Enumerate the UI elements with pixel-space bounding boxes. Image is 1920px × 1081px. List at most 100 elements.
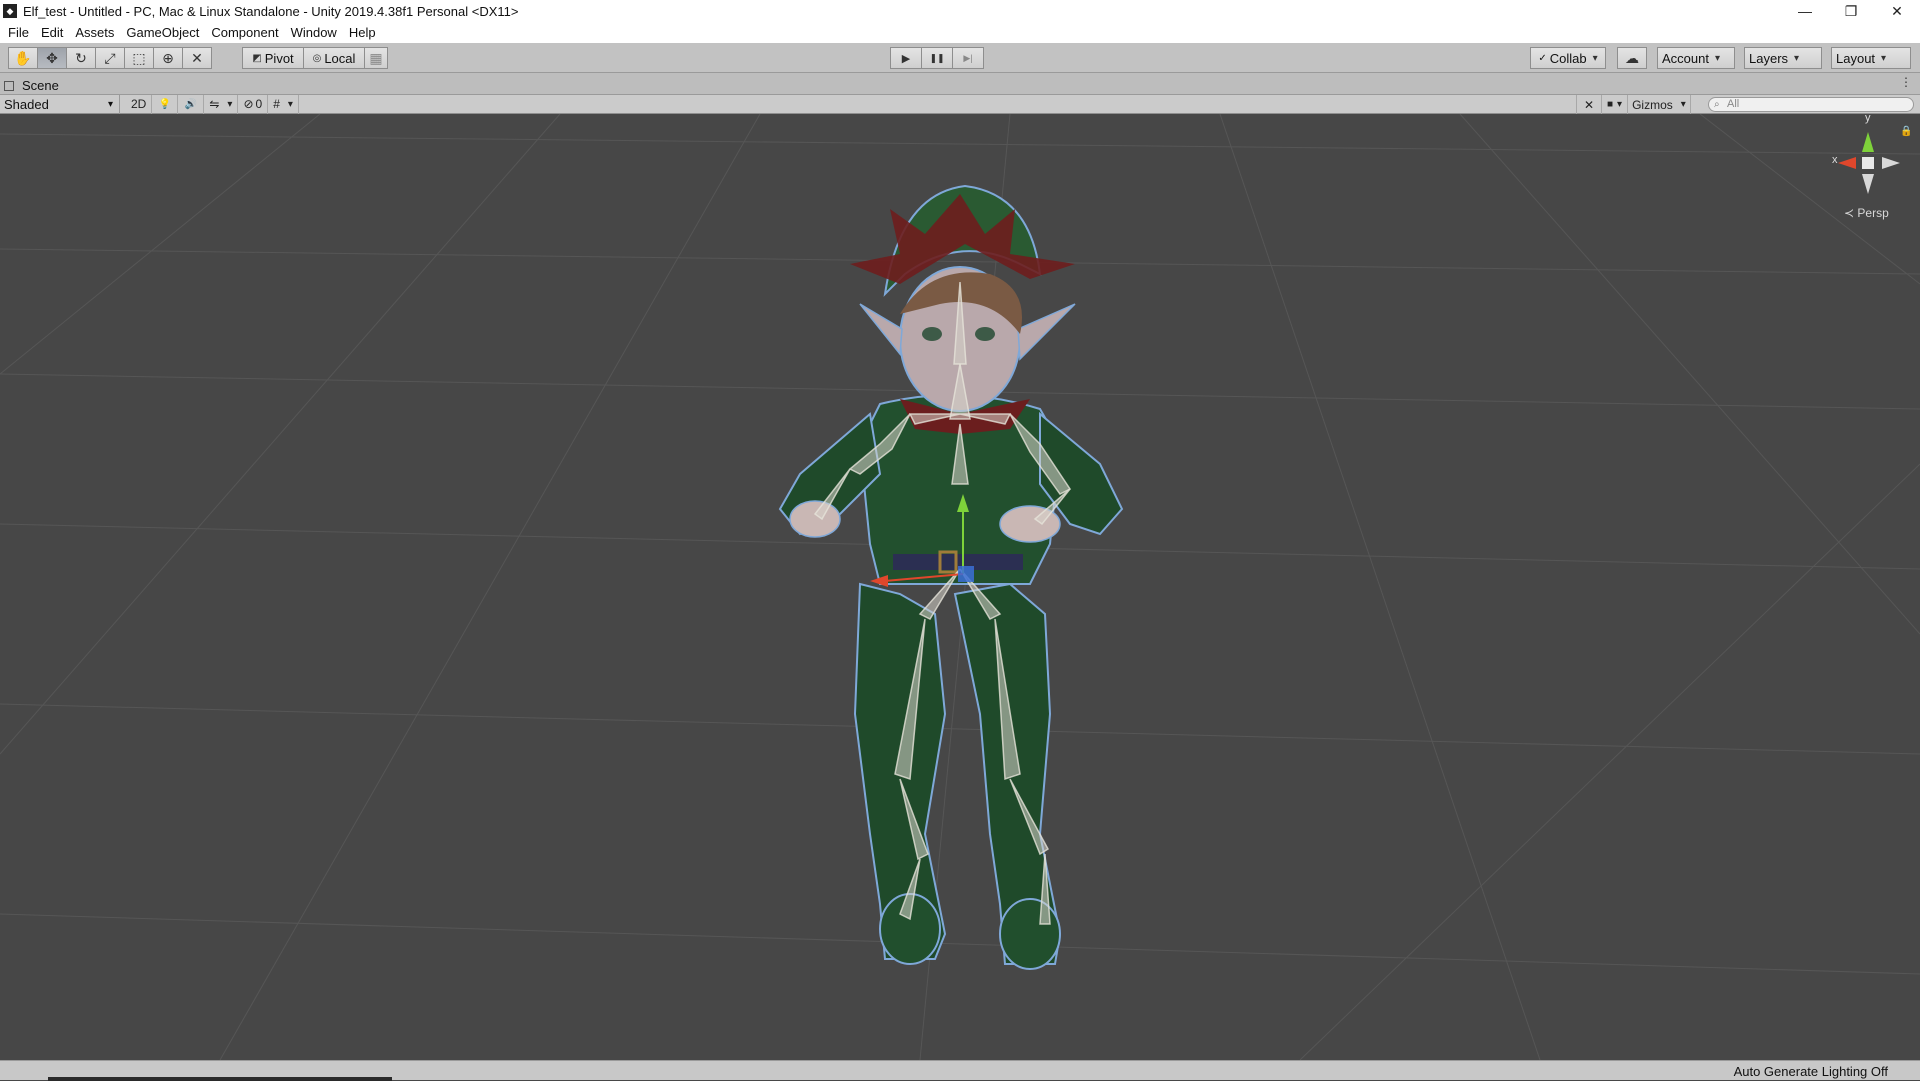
scene-canvas [0,114,1920,1060]
unity-logo-icon: ◆ [3,4,17,18]
close-button[interactable]: ✕ [1874,0,1920,22]
restore-button[interactable]: ❐ [1828,0,1874,22]
shading-mode-value: Shaded [4,96,49,112]
search-placeholder: All [1727,98,1740,110]
transform-tool-button[interactable]: ⊕ [153,47,183,69]
menu-gameobject[interactable]: GameObject [120,25,205,40]
minimize-button[interactable]: — [1782,0,1828,22]
grid-line [1459,114,1920,635]
gizmos-dropdown[interactable]: Gizmos ▾ [1628,95,1691,114]
chevron-down-icon: ▾ [227,98,233,110]
lock-icon[interactable]: 🔒 [1900,126,1912,137]
lighting-status-text[interactable]: Auto Generate Lighting Off [1734,1064,1888,1079]
menu-assets[interactable]: Assets [69,25,120,40]
audio-toggle[interactable]: 🔊 [178,94,205,114]
toggle-2d-button[interactable]: 2D [126,94,153,114]
scene-viewport[interactable]: y x 🔒 ≺ Persp [0,114,1920,1060]
scene-right-tools: ✕ ■ ▾ Gizmos ▾ [1576,95,1691,114]
tab-menu-icon[interactable]: ⋮ [1900,75,1912,89]
cloud-button[interactable]: ☁ [1617,47,1647,69]
menu-file[interactable]: File [2,25,35,40]
elf-left-eye [922,327,942,341]
camera-dropdown[interactable]: ■ ▾ [1602,95,1629,114]
grid-line [0,913,1920,975]
local-icon: ◎ [312,52,322,64]
lighting-toggle[interactable]: 💡 [152,94,179,114]
scale-tool-button[interactable]: ⤢ [95,47,125,69]
axis-x-label: x [1832,154,1838,166]
cloud-group: ☁ [1617,47,1647,69]
collab-dropdown[interactable]: ✓ Collab [1530,47,1606,69]
layers-dropdown[interactable]: Layers [1744,47,1822,69]
rotate-tool-button[interactable]: ↻ [66,47,96,69]
transform-tool-icon: ⊕ [162,49,174,66]
chevron-down-icon: ▾ [1680,99,1686,110]
move-tool-button[interactable]: ✥ [37,47,67,69]
layout-dropdown[interactable]: Layout [1831,47,1911,69]
step-button[interactable]: ▶| [952,47,984,69]
visibility-off-icon: ⊘ [243,97,254,111]
orientation-x-cone [1838,157,1856,169]
elf-left-ear [859,303,903,356]
scene-search-input[interactable]: ⌕ All [1708,97,1914,112]
account-dropdown[interactable]: Account [1657,47,1735,69]
elf-character-model [778,184,1124,970]
account-group: Account [1657,47,1735,69]
menu-edit[interactable]: Edit [35,25,69,40]
orientation-center-cube [1862,157,1874,169]
elf-right-ear [1017,303,1076,361]
tools-icon: ✕ [1583,97,1595,112]
orientation-y-cone [1862,132,1874,152]
gizmos-label: Gizmos [1632,97,1673,112]
layers-group: Layers [1744,47,1822,69]
collab-label: Collab [1549,50,1587,66]
search-icon: ⌕ [1714,99,1720,110]
menu-help[interactable]: Help [343,25,382,40]
effects-icon: ⇋ [209,97,220,111]
snap-grid-icon: ▦ [369,49,383,66]
perspective-toggle[interactable]: ≺ Persp [1844,206,1889,220]
move-tool-icon: ✥ [46,49,58,66]
chevron-down-icon: ▾ [1617,99,1623,110]
grid-line [1699,114,1920,285]
scene-tab-icon [4,80,14,91]
transform-tools: ✋ ✥ ↻ ⤢ ⬚ ⊕ ✕ [8,47,212,69]
grid-line [0,114,321,375]
play-icon: ▶ [901,52,911,65]
grid-line [0,133,1920,155]
hand-tool-button[interactable]: ✋ [8,47,38,69]
rect-tool-button[interactable]: ⬚ [124,47,154,69]
snap-button[interactable]: ▦ [364,47,388,69]
layers-label: Layers [1749,50,1789,66]
custom-tool-button[interactable]: ✕ [182,47,212,69]
grid-line [0,703,1920,755]
elf-right-boot [999,898,1061,970]
rect-tool-icon: ⬚ [132,49,146,66]
effects-dropdown[interactable]: ⇋ ▾ [204,94,239,114]
collab-group: ✓ Collab [1530,47,1606,69]
pause-icon: ❚❚ [929,52,945,63]
menu-component[interactable]: Component [205,25,284,40]
scene-tools-button[interactable]: ✕ [1576,95,1602,114]
hidden-objects-count: 0 [255,97,263,111]
menu-window[interactable]: Window [285,25,343,40]
pivot-toggle[interactable]: ◩ Pivot [242,47,304,69]
tab-scene[interactable]: Scene [4,76,59,95]
grid-icon: # [273,97,280,111]
handle-options: ◩ Pivot ◎ Local ▦ [242,47,388,69]
hand-tool-icon: ✋ [14,49,32,66]
orientation-neg-y-cone [1862,174,1874,194]
pivot-icon: ◩ [252,52,262,64]
grid-line [1219,114,1541,1060]
pause-button[interactable]: ❚❚ [921,47,953,69]
grid-dropdown[interactable]: # ▾ [268,94,299,114]
hidden-objects-toggle[interactable]: ⊘ 0 [238,94,269,114]
window-title: Elf_test - Untitled - PC, Mac & Linux St… [23,3,519,19]
shading-mode-dropdown[interactable]: Shaded ▾ [0,94,120,114]
collab-check-icon: ✓ [1538,52,1547,64]
play-button[interactable]: ▶ [890,47,922,69]
local-toggle[interactable]: ◎ Local [303,47,365,69]
scale-tool-icon: ⤢ [104,49,116,66]
axis-y-label: y [1865,114,1871,124]
layout-label: Layout [1836,50,1876,66]
